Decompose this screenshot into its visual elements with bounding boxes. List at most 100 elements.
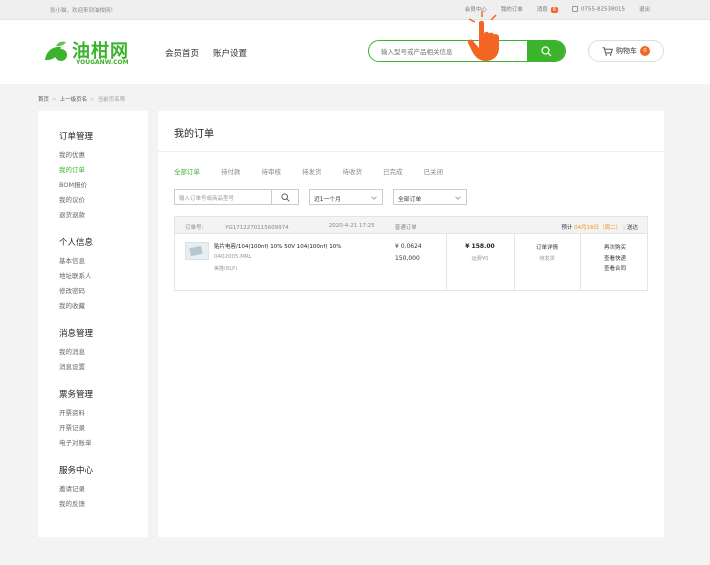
- sidebar: 订单管理 我的优惠 我的订单 BOM报价 我的议价 退货退款 个人信息 基本信息…: [38, 111, 148, 537]
- order-type: 普通订单: [394, 225, 417, 231]
- tab-pending-receipt[interactable]: 待收货: [343, 166, 363, 176]
- main-nav: 会员首页 账户设置: [165, 47, 261, 59]
- sidebar-item-bom-quote[interactable]: BOM报价: [59, 181, 148, 196]
- sidebar-item-feedback[interactable]: 我的反馈: [59, 500, 148, 515]
- expected-label: 预计: [561, 225, 573, 231]
- cart-icon: [602, 46, 613, 56]
- sidebar-item-my-orders[interactable]: 我的订单: [59, 166, 148, 181]
- quantity: 150,000: [395, 255, 420, 262]
- header: 油柑网 YOUGANW.COM 会员首页 账户设置 购物车 0: [0, 20, 710, 84]
- order-status: 待发货: [539, 256, 555, 262]
- order-number-label: 订单号:: [185, 225, 204, 231]
- breadcrumb: 首页 > 上一级页名 > 当前页名称: [38, 97, 126, 103]
- pointer-hand-icon: [467, 11, 499, 61]
- sidebar-item-message-settings[interactable]: 消息设置: [59, 363, 148, 378]
- page-title: 我的订单: [174, 129, 214, 140]
- phone-icon: [572, 5, 578, 12]
- cart-label: 购物车: [616, 47, 637, 55]
- order-actions: 再次购买 查看快递 查看合同: [581, 243, 649, 275]
- chevron-down-icon: [371, 194, 377, 200]
- sidebar-item-basic-info[interactable]: 基本信息: [59, 257, 148, 272]
- tab-pending-payment[interactable]: 待付款: [221, 166, 241, 176]
- tab-closed[interactable]: 已关闭: [424, 166, 444, 176]
- phone-number: 0755-82538015: [581, 6, 625, 13]
- sidebar-item-favorites[interactable]: 我的收藏: [59, 302, 148, 317]
- sidebar-item-change-password[interactable]: 修改密码: [59, 287, 148, 302]
- nav-member-home[interactable]: 会员首页: [165, 47, 199, 59]
- period-select[interactable]: 近1一个月: [309, 189, 383, 205]
- search-icon: [540, 45, 551, 56]
- order-type-select-value: 全部订单: [398, 197, 422, 203]
- top-bar: 张小猫，欢迎来到油柑网！ 会员中心 我的订单 消息 6 0755-82538015…: [0, 0, 710, 20]
- chevron-down-icon: [455, 194, 461, 200]
- welcome-text: 张小猫，欢迎来到油柑网！: [50, 8, 117, 14]
- freight: 运费¥0: [471, 256, 489, 262]
- order-item-row: 贴片电容/104(100nf) 10% 50V 104(100nf) 10% 0…: [175, 234, 647, 291]
- breadcrumb-home[interactable]: 首页: [38, 97, 49, 103]
- tab-all-orders[interactable]: 全部订单: [174, 166, 200, 176]
- messages-label: 消息: [536, 7, 548, 13]
- order-search-button[interactable]: [272, 189, 299, 205]
- sidebar-item-my-messages[interactable]: 我的消息: [59, 348, 148, 363]
- sidebar-group-title: 个人信息: [59, 238, 94, 248]
- order-number-value: YG1712270115609974: [225, 225, 289, 231]
- site-logo[interactable]: 油柑网 YOUGANW.COM: [42, 36, 132, 70]
- expected-date: 04月16日（周二）: [574, 225, 622, 231]
- messages-link[interactable]: 消息 6: [537, 5, 558, 13]
- unit-price: ¥ 0.0624: [395, 243, 422, 250]
- delivery-text: 送达: [626, 225, 638, 231]
- sidebar-item-coupons[interactable]: 我的优惠: [59, 151, 148, 166]
- sidebar-group-title: 订单管理: [59, 132, 94, 142]
- order-card-header: 订单号: YG1712270115609974 2020-4-21 17:25 …: [175, 217, 647, 234]
- main-panel: 我的订单 全部订单 待付款 待审核 待发货 待收货 已完成 已关闭 输入订单号或…: [158, 111, 664, 537]
- breadcrumb-parent[interactable]: 上一级页名: [60, 97, 88, 103]
- logo-fruit-icon: [45, 41, 67, 61]
- logo-text-en: YOUGANW.COM: [76, 59, 129, 66]
- sidebar-item-e-statement[interactable]: 电子对账单: [59, 439, 148, 454]
- product-code: 0402005.MRL: [214, 254, 252, 260]
- sidebar-item-invoice-records[interactable]: 开票记录: [59, 424, 148, 439]
- order-filters: 输入订单号或商品型号 近1一个月 全部订单: [174, 189, 477, 205]
- order-card: 订单号: YG1712270115609974 2020-4-21 17:25 …: [174, 216, 648, 291]
- order-datetime: 2020-4-21 17:25: [328, 223, 375, 229]
- sidebar-item-invoice-info[interactable]: 开票资料: [59, 409, 148, 424]
- sidebar-item-my-bargain[interactable]: 我的议价: [59, 196, 148, 211]
- sidebar-group-service: 服务中心 邀请记录 我的反馈: [59, 464, 148, 515]
- sidebar-group-profile: 个人信息 基本信息 地址联系人 修改密码 我的收藏: [59, 236, 148, 317]
- tab-pending-shipment[interactable]: 待发货: [302, 166, 322, 176]
- view-shipping-link[interactable]: 查看快递: [581, 254, 649, 265]
- order-status-tabs: 全部订单 待付款 待审核 待发货 待收货 已完成 已关闭: [174, 166, 464, 176]
- order-detail-link[interactable]: 订单详情: [515, 243, 579, 251]
- view-contract-link[interactable]: 查看合同: [581, 264, 649, 275]
- order-search-input[interactable]: 输入订单号或商品型号: [174, 189, 272, 205]
- breadcrumb-current: 当前页名称: [97, 97, 126, 103]
- nav-account-settings[interactable]: 账户设置: [213, 47, 247, 59]
- sidebar-group-title: 消息管理: [59, 329, 94, 339]
- title-divider: [158, 151, 664, 152]
- period-select-value: 近1一个月: [314, 197, 341, 203]
- message-count-badge: 6: [550, 7, 558, 13]
- product-name[interactable]: 贴片电容/104(100nf) 10% 50V 104(100nf) 10%: [214, 242, 341, 250]
- rebuy-link[interactable]: 再次购买: [581, 243, 649, 254]
- sidebar-item-returns[interactable]: 退货退款: [59, 211, 148, 226]
- search-icon: [280, 192, 290, 202]
- sidebar-group-title: 票务管理: [59, 390, 94, 400]
- sidebar-item-addresses[interactable]: 地址联系人: [59, 272, 148, 287]
- phone-info: 0755-82538015: [572, 5, 625, 13]
- sidebar-group-invoices: 票务管理 开票资料 开票记录 电子对账单: [59, 388, 148, 454]
- product-brand: 美隆(BLP): [214, 266, 238, 272]
- order-type-select[interactable]: 全部订单: [393, 189, 467, 205]
- cart-button[interactable]: 购物车 0: [588, 40, 664, 62]
- search-button[interactable]: [527, 41, 565, 61]
- order-total: ¥ 158.00: [465, 243, 495, 250]
- tab-completed[interactable]: 已完成: [383, 166, 403, 176]
- order-number: 订单号: YG1712270115609974: [185, 223, 309, 231]
- logout-link[interactable]: 退出: [639, 5, 650, 13]
- cart-count-badge: 0: [640, 46, 650, 56]
- sidebar-group-messages: 消息管理 我的消息 消息设置: [59, 327, 148, 378]
- sidebar-item-invite-records[interactable]: 邀请记录: [59, 485, 148, 500]
- sidebar-group-title: 服务中心: [59, 466, 94, 476]
- product-thumbnail[interactable]: [185, 242, 209, 260]
- tab-pending-review[interactable]: 待审核: [262, 166, 282, 176]
- sidebar-group-orders: 订单管理 我的优惠 我的订单 BOM报价 我的议价 退货退款: [59, 130, 148, 226]
